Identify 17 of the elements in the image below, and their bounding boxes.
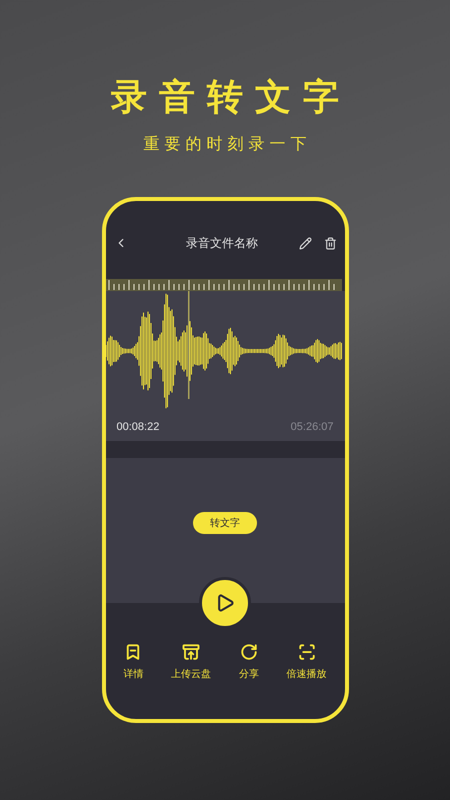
box-upload-icon[interactable] — [182, 643, 200, 661]
nav-label[interactable]: 详情 — [123, 667, 144, 682]
edit-icon[interactable] — [298, 236, 312, 250]
total-time: 05:26:07 — [290, 420, 334, 435]
current-time: 00:08:22 — [116, 420, 160, 435]
play-icon — [215, 593, 235, 613]
nav-label[interactable]: 倍速播放 — [286, 667, 327, 682]
nav-label[interactable]: 上传云盘 — [171, 667, 212, 682]
headline: 录音转文字 — [110, 76, 351, 120]
scan-frame-icon[interactable] — [298, 643, 316, 661]
delete-icon[interactable] — [324, 236, 336, 250]
recording-title: 录音文件名称 — [185, 235, 259, 252]
circular-arrow-icon[interactable] — [240, 643, 258, 661]
subtitle: 重要的时刻录一下 — [142, 134, 312, 154]
convert-to-text-button[interactable]: 转文字 — [193, 512, 257, 534]
nav-label[interactable]: 分享 — [238, 667, 259, 682]
playhead-line[interactable] — [188, 291, 189, 399]
